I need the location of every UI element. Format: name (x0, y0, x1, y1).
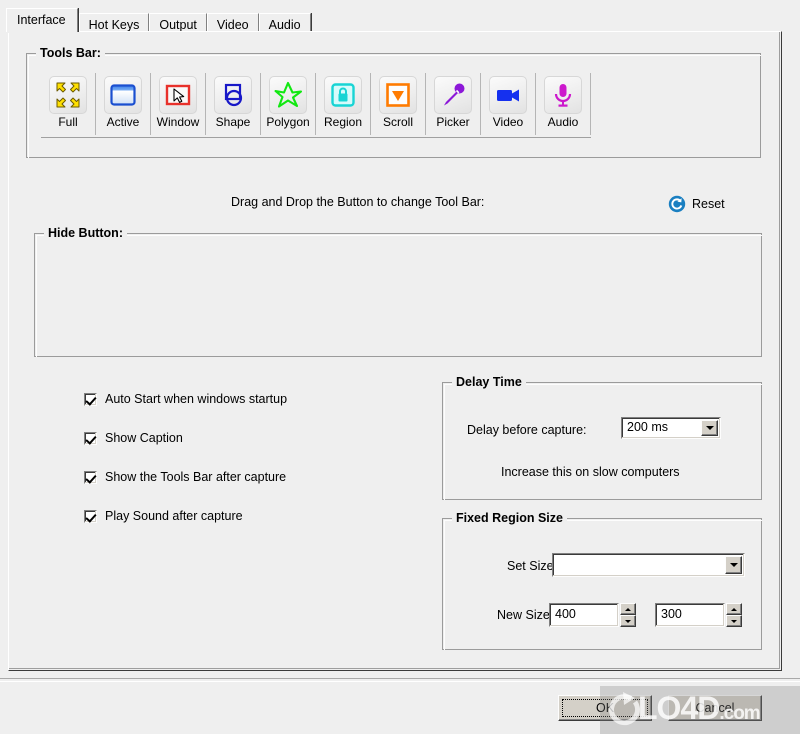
tool-button-region[interactable]: Region (316, 73, 371, 135)
delay-hint: Increase this on slow computers (501, 465, 680, 479)
spin-up-icon[interactable] (620, 603, 636, 615)
cancel-button[interactable]: Cancel (668, 695, 762, 721)
checkbox-box[interactable] (84, 470, 97, 484)
shape-icon (214, 76, 252, 114)
tool-button-full[interactable]: Full (41, 73, 96, 135)
fixed-region-size-group: Fixed Region Size Set Size: New Size: 40… (442, 511, 762, 650)
tool-button-polygon[interactable]: Polygon (261, 73, 316, 135)
tool-button-scroll[interactable]: Scroll (371, 73, 426, 135)
tool-label: Full (58, 115, 78, 129)
reset-button[interactable]: Reset (668, 195, 725, 213)
checkbox-box[interactable] (84, 431, 97, 445)
drag-drop-hint: Drag and Drop the Button to change Tool … (231, 195, 485, 209)
set-size-label: Set Size: (507, 559, 558, 573)
tab-label: Output (159, 18, 197, 32)
delay-select[interactable]: 200 ms (621, 417, 721, 439)
delay-select-value: 200 ms (627, 420, 668, 434)
tool-button-video[interactable]: Video (481, 73, 536, 135)
delay-time-title: Delay Time (452, 375, 526, 389)
checkbox-play-sound[interactable]: Play Sound after capture (84, 509, 243, 523)
tool-button-window[interactable]: Window (151, 73, 206, 135)
star-icon (269, 76, 307, 114)
tool-button-picker[interactable]: Picker (426, 73, 481, 135)
tab-output[interactable]: Output (149, 13, 207, 32)
microphone-icon (544, 76, 582, 114)
lock-region-icon (324, 76, 362, 114)
checkbox-show-tools-bar[interactable]: Show the Tools Bar after capture (84, 470, 286, 484)
scroll-down-icon (379, 76, 417, 114)
checkbox-label: Auto Start when windows startup (105, 392, 288, 406)
checkbox-label: Show the Tools Bar after capture (105, 470, 287, 484)
new-size-label: New Size: (497, 608, 554, 622)
tool-label: Audio (547, 115, 579, 129)
checkbox-box[interactable] (84, 392, 97, 406)
focus-ring (562, 699, 648, 717)
spin-down-icon[interactable] (726, 615, 742, 627)
tool-button-shape[interactable]: Shape (206, 73, 261, 135)
fixed-region-title: Fixed Region Size (452, 511, 567, 525)
tool-label: Shape (215, 115, 251, 129)
tab-strip: Interface Hot Keys Output Video Audio (6, 8, 311, 33)
four-arrows-icon (49, 76, 87, 114)
height-spin-buttons[interactable] (726, 603, 742, 627)
chevron-down-icon[interactable] (701, 420, 718, 436)
checkbox-box[interactable] (84, 509, 97, 523)
new-size-width-input[interactable]: 400 (549, 603, 619, 627)
set-size-value (553, 554, 725, 576)
tab-label: Audio (268, 18, 301, 32)
set-size-select[interactable] (552, 553, 745, 577)
tab-video[interactable]: Video (206, 13, 259, 32)
eyedropper-icon (434, 76, 472, 114)
tools-bar-group: Tools Bar: Full Active Window Shape Poly… (26, 46, 761, 158)
tool-label: Picker (436, 115, 470, 129)
tool-label: Polygon (266, 115, 310, 129)
checkbox-label: Show Caption (105, 431, 183, 445)
tool-label: Window (156, 115, 200, 129)
tool-label: Scroll (382, 115, 413, 129)
checkbox-show-caption[interactable]: Show Caption (84, 431, 183, 445)
tab-hot-keys[interactable]: Hot Keys (78, 13, 150, 32)
width-spin-buttons[interactable] (620, 603, 636, 627)
delay-time-group: Delay Time Delay before capture: 200 ms … (442, 375, 762, 500)
video-camera-icon (489, 76, 527, 114)
bottom-separator (0, 678, 800, 682)
checkbox-auto-start[interactable]: Auto Start when windows startup (84, 392, 287, 406)
hide-button-group[interactable]: Hide Button: (34, 226, 762, 357)
new-size-height-input[interactable]: 300 (655, 603, 725, 627)
cancel-label: Cancel (695, 701, 735, 715)
tool-label: Active (106, 115, 140, 129)
chevron-down-icon[interactable] (725, 556, 742, 574)
tool-label: Region (323, 115, 363, 129)
window-active-icon (104, 76, 142, 114)
spin-down-icon[interactable] (620, 615, 636, 627)
checkbox-label: Play Sound after capture (105, 509, 243, 523)
refresh-circle-icon (668, 195, 686, 213)
tab-label: Video (216, 18, 249, 32)
tools-bar-title: Tools Bar: (36, 46, 105, 60)
tab-audio[interactable]: Audio (258, 13, 311, 32)
tab-label: Interface (17, 13, 66, 27)
new-size-height-stepper[interactable]: 300 (655, 603, 742, 627)
tool-button-active[interactable]: Active (96, 73, 151, 135)
spin-up-icon[interactable] (726, 603, 742, 615)
ok-button[interactable]: OK (558, 695, 652, 721)
tool-label: Video (492, 115, 524, 129)
tab-label: Hot Keys (88, 18, 140, 32)
window-cursor-icon (159, 76, 197, 114)
reset-label: Reset (692, 197, 725, 211)
tool-button-audio[interactable]: Audio (536, 73, 591, 135)
hide-button-title: Hide Button: (44, 226, 127, 240)
new-size-width-stepper[interactable]: 400 (549, 603, 636, 627)
delay-before-capture-label: Delay before capture: (467, 423, 587, 437)
tab-interface[interactable]: Interface (6, 8, 78, 33)
tools-bar-strip: Full Active Window Shape Polygon Region … (41, 73, 591, 138)
